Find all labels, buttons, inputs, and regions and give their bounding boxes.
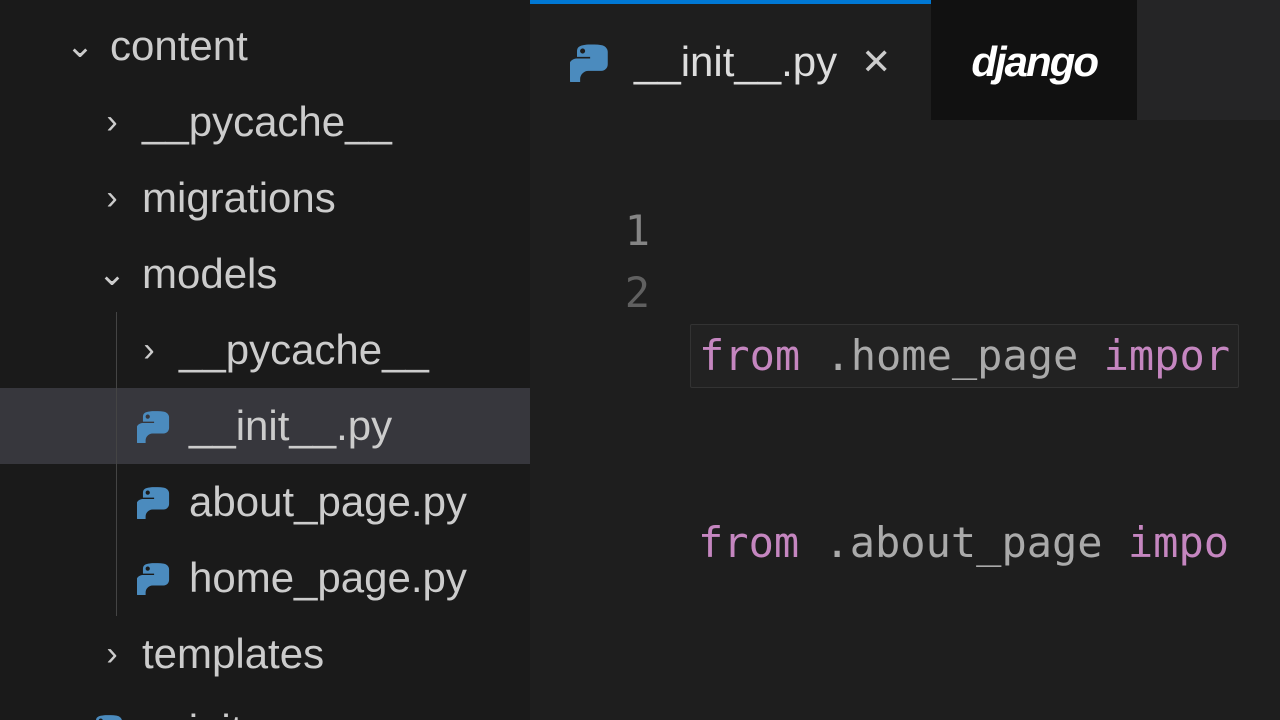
python-file-icon xyxy=(137,409,171,443)
chevron-down-icon: ⌄ xyxy=(68,26,92,66)
file-label: about_page.py xyxy=(189,478,467,526)
code-content[interactable]: from .home_page impor from .about_page i… xyxy=(690,200,1239,720)
file-label: home_page.py xyxy=(189,554,467,602)
folder-templates[interactable]: › templates xyxy=(0,616,530,692)
file-init-py[interactable]: __init__.py xyxy=(0,388,530,464)
folder-label: __pycache__ xyxy=(179,326,429,374)
line-number: 2 xyxy=(530,262,650,324)
code-line[interactable]: from .home_page impor xyxy=(690,324,1239,388)
tab-active-init-py[interactable]: __init__.py ✕ xyxy=(530,0,931,120)
python-file-icon xyxy=(90,713,124,720)
code-line[interactable]: from .about_page impo xyxy=(690,512,1239,574)
chevron-down-icon: ⌄ xyxy=(100,254,124,294)
file-explorer-sidebar: ⌄ content › __pycache__ › migrations ⌄ m… xyxy=(0,0,530,720)
folder-models[interactable]: ⌄ models xyxy=(0,236,530,312)
tab-bar: __init__.py ✕ django xyxy=(530,0,1280,120)
line-number: 1 xyxy=(530,200,650,262)
python-file-icon xyxy=(570,42,610,82)
file-about-page-py[interactable]: about_page.py xyxy=(0,464,530,540)
file-label: __init__.py xyxy=(142,706,345,720)
folder-pycache[interactable]: › __pycache__ xyxy=(0,84,530,160)
file-init-py-outer[interactable]: __init__.py xyxy=(0,692,530,720)
folder-label: __pycache__ xyxy=(142,98,392,146)
tab-label: __init__.py xyxy=(634,38,837,86)
django-logo: django xyxy=(971,38,1097,86)
folder-migrations[interactable]: › migrations xyxy=(0,160,530,236)
code-editor[interactable]: 1 2 from .home_page impor from .about_pa… xyxy=(530,120,1280,720)
python-file-icon xyxy=(137,485,171,519)
close-icon[interactable]: ✕ xyxy=(861,44,891,80)
folder-label: content xyxy=(110,22,248,70)
chevron-right-icon: › xyxy=(137,331,161,370)
file-home-page-py[interactable]: home_page.py xyxy=(0,540,530,616)
folder-content[interactable]: ⌄ content xyxy=(0,8,530,84)
folder-label: templates xyxy=(142,630,324,678)
chevron-right-icon: › xyxy=(100,179,124,218)
folder-pycache-nested[interactable]: › __pycache__ xyxy=(0,312,530,388)
tab-inactive-django[interactable]: django xyxy=(931,0,1137,120)
folder-label: models xyxy=(142,250,277,298)
chevron-right-icon: › xyxy=(100,635,124,674)
line-number-gutter: 1 2 xyxy=(530,200,690,720)
folder-label: migrations xyxy=(142,174,336,222)
file-label: __init__.py xyxy=(189,402,392,450)
chevron-right-icon: › xyxy=(100,103,124,142)
editor-area: __init__.py ✕ django 1 2 from .home_page… xyxy=(530,0,1280,720)
python-file-icon xyxy=(137,561,171,595)
